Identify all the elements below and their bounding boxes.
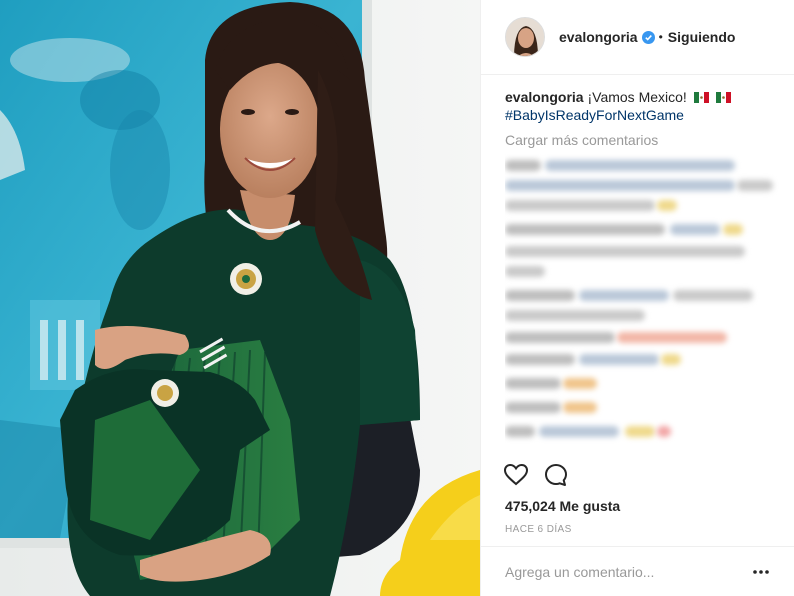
verified-badge-icon: [641, 30, 655, 44]
blurred-comments-list: [505, 154, 779, 454]
post-photo[interactable]: [0, 0, 480, 596]
load-more-comments-link[interactable]: Cargar más comentarios: [505, 132, 658, 148]
list-item: [579, 290, 669, 301]
list-item: [670, 224, 720, 235]
avatar-image: [506, 18, 544, 56]
list-item: [545, 160, 735, 171]
list-item: [505, 224, 665, 235]
list-item: [505, 160, 541, 171]
post-header: evalongoria • Siguiendo: [481, 0, 794, 75]
post-timestamp[interactable]: HACE 6 DÍAS: [505, 524, 572, 535]
avatar[interactable]: [505, 17, 545, 57]
list-item: [539, 426, 619, 437]
list-item: [657, 426, 671, 437]
more-options-icon[interactable]: [751, 564, 771, 580]
list-item: [563, 402, 597, 413]
comment-input[interactable]: [505, 563, 751, 580]
header-username[interactable]: evalongoria: [559, 29, 638, 45]
list-item: [625, 426, 655, 437]
post-actions: [503, 462, 569, 488]
list-item: [505, 378, 561, 389]
list-item: [657, 200, 677, 211]
list-item: [673, 290, 753, 301]
mexico-flag-icon: [715, 89, 731, 103]
list-item: [661, 354, 681, 365]
list-item: [505, 200, 655, 211]
list-item: [505, 290, 575, 301]
caption-text: ¡Vamos Mexico!: [587, 89, 687, 105]
list-item: [563, 378, 597, 389]
caption-hashtag[interactable]: #BabyIsReadyForNextGame: [505, 106, 775, 124]
list-item: [505, 426, 535, 437]
list-item: [505, 402, 561, 413]
list-item: [505, 310, 645, 321]
list-item: [505, 246, 745, 257]
separator-dot: •: [658, 30, 663, 44]
post-details-panel: evalongoria • Siguiendo evalongoria ¡Vam…: [480, 0, 794, 596]
heart-icon[interactable]: [503, 462, 529, 488]
list-item: [617, 332, 727, 343]
photo-illustration: [0, 0, 480, 596]
list-item: [505, 354, 575, 365]
mexico-flag-icon: [693, 89, 709, 103]
list-item: [737, 180, 773, 191]
add-comment-bar: [481, 546, 794, 596]
list-item: [505, 332, 615, 343]
follow-status-button[interactable]: Siguiendo: [668, 29, 736, 45]
list-item: [579, 354, 659, 365]
list-item: [505, 180, 735, 191]
list-item: [723, 224, 743, 235]
post-caption: evalongoria ¡Vamos Mexico! #BabyIsReadyF…: [505, 88, 775, 124]
caption-username[interactable]: evalongoria: [505, 89, 584, 105]
likes-count[interactable]: 475,024 Me gusta: [505, 498, 620, 514]
comment-bubble-icon[interactable]: [543, 462, 569, 488]
list-item: [505, 266, 545, 277]
